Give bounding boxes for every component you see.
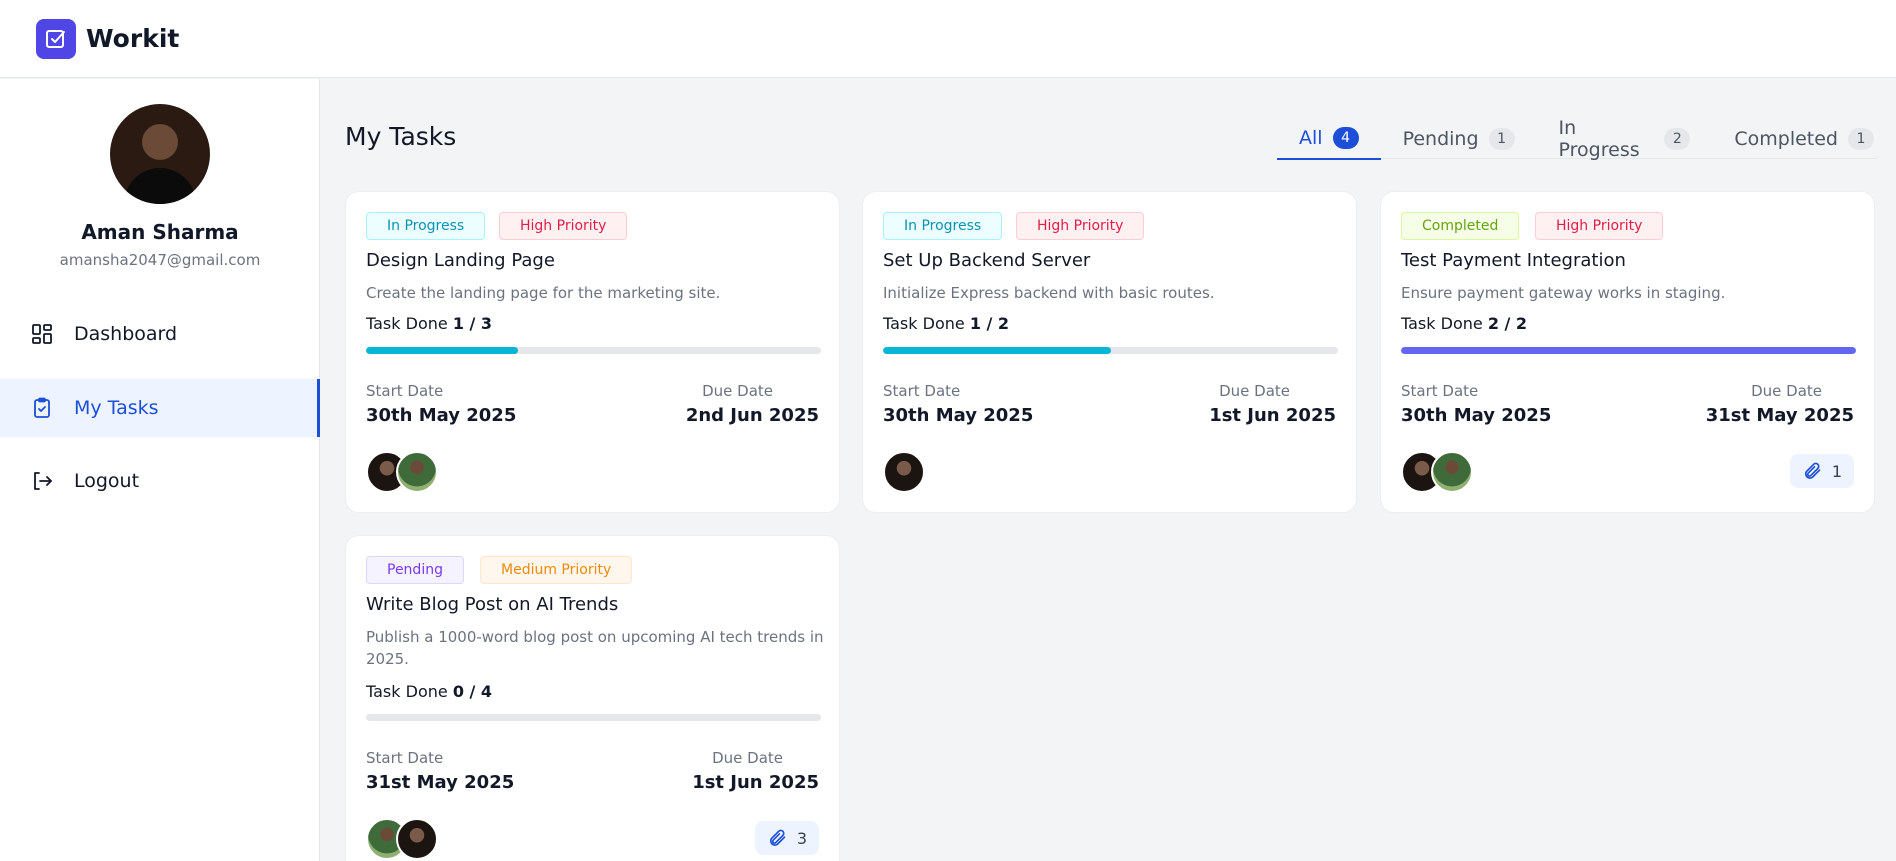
start-date-label: Start Date <box>1401 382 1479 400</box>
task-card[interactable]: In Progress High Priority Set Up Backend… <box>862 191 1357 513</box>
tab-count-badge: 4 <box>1332 127 1359 149</box>
page-title: My Tasks <box>345 122 457 151</box>
clipboard-check-icon <box>30 396 54 420</box>
tab-count-badge: 2 <box>1664 128 1691 150</box>
task-description: Publish a 1000-word blog post on upcomin… <box>366 628 824 668</box>
sidebar-item-label: Dashboard <box>74 323 178 345</box>
paperclip-icon <box>1804 462 1821 479</box>
profile-name: Aman Sharma <box>81 220 239 244</box>
sidebar-item-label: Logout <box>74 470 140 492</box>
task-done-text: Task Done 1 / 2 <box>883 314 1010 333</box>
progress-bar <box>366 714 821 721</box>
task-done-count: 1 / 2 <box>969 314 1010 333</box>
tab-label: Pending <box>1402 128 1479 150</box>
start-date-label: Start Date <box>366 749 444 767</box>
task-card[interactable]: Pending Medium Priority Write Blog Post … <box>345 535 840 861</box>
sidebar-item-label: My Tasks <box>74 397 159 419</box>
attachment-count[interactable]: 3 <box>754 821 819 855</box>
progress-fill <box>366 347 518 354</box>
tab-count-badge: 1 <box>1848 128 1874 150</box>
profile-avatar <box>110 104 210 204</box>
tab-label: In Progress <box>1558 117 1640 161</box>
task-description: Initialize Express backend with basic ro… <box>883 284 1215 302</box>
status-badge: Pending <box>366 556 464 584</box>
progress-fill <box>1401 347 1856 354</box>
due-date-value: 2nd Jun 2025 <box>685 405 819 426</box>
app-logo-icon[interactable] <box>36 18 76 59</box>
start-date-label: Start Date <box>883 382 961 400</box>
priority-badge: High Priority <box>1535 212 1664 240</box>
assignee-avatars <box>883 451 925 493</box>
task-done-count: 0 / 4 <box>452 682 493 701</box>
profile-email: amansha2047@gmail.com <box>59 251 261 269</box>
avatar <box>396 451 438 493</box>
top-bar: Workit <box>0 0 1896 78</box>
attachment-count-value: 3 <box>796 828 807 848</box>
start-date-value: 31st May 2025 <box>366 772 515 793</box>
due-date-value: 31st May 2025 <box>1705 405 1854 426</box>
progress-bar <box>883 347 1338 354</box>
tab-in-progress[interactable]: In Progress 2 <box>1537 117 1713 161</box>
due-date-label: Due Date <box>1219 382 1290 400</box>
priority-badge: High Priority <box>1016 212 1145 240</box>
sidebar-item-my-tasks[interactable]: My Tasks <box>0 379 320 437</box>
avatar <box>1431 451 1473 493</box>
tab-completed[interactable]: Completed 1 <box>1712 118 1896 160</box>
logout-icon <box>30 469 54 493</box>
progress-fill <box>883 347 1111 354</box>
task-description: Create the landing page for the marketin… <box>366 284 721 302</box>
start-date-value: 30th May 2025 <box>366 405 517 426</box>
due-date-label: Due Date <box>702 382 773 400</box>
assignee-avatars <box>366 451 438 493</box>
tab-label: All <box>1299 127 1323 149</box>
start-date-value: 30th May 2025 <box>1401 405 1552 426</box>
task-card[interactable]: In Progress High Priority Design Landing… <box>345 191 840 513</box>
priority-badge: Medium Priority <box>480 556 633 584</box>
status-badge: In Progress <box>883 212 1003 240</box>
app-name[interactable]: Workit <box>86 24 179 53</box>
task-title: Test Payment Integration <box>1401 250 1626 271</box>
sidebar: Aman Sharma amansha2047@gmail.com Dashbo… <box>0 79 320 861</box>
task-title: Set Up Backend Server <box>883 250 1091 271</box>
status-badge: Completed <box>1401 212 1520 240</box>
attachment-count[interactable]: 1 <box>1789 454 1854 488</box>
tab-pending[interactable]: Pending 1 <box>1381 118 1537 160</box>
task-done-text: Task Done 1 / 3 <box>366 314 493 333</box>
task-done-text: Task Done 2 / 2 <box>1401 314 1528 333</box>
dashboard-grid-icon <box>30 322 54 346</box>
due-date-label: Due Date <box>712 749 783 767</box>
tab-count-badge: 1 <box>1488 128 1515 150</box>
tab-label: Completed <box>1734 128 1838 150</box>
progress-bar <box>366 347 821 354</box>
start-date-label: Start Date <box>366 382 444 400</box>
task-done-text: Task Done 0 / 4 <box>366 682 493 701</box>
task-title: Design Landing Page <box>366 250 555 271</box>
due-date-label: Due Date <box>1751 382 1822 400</box>
task-card[interactable]: Completed High Priority Test Payment Int… <box>1380 191 1875 513</box>
due-date-value: 1st Jun 2025 <box>1209 405 1336 426</box>
task-done-count: 2 / 2 <box>1487 314 1528 333</box>
task-done-count: 1 / 3 <box>452 314 493 333</box>
assignee-avatars <box>366 818 438 860</box>
start-date-value: 30th May 2025 <box>883 405 1034 426</box>
avatar <box>883 451 925 493</box>
priority-badge: High Priority <box>499 212 628 240</box>
due-date-value: 1st Jun 2025 <box>692 772 819 793</box>
paperclip-icon <box>769 829 786 846</box>
avatar <box>396 818 438 860</box>
assignee-avatars <box>1401 451 1473 493</box>
task-title: Write Blog Post on AI Trends <box>366 594 619 615</box>
tab-all[interactable]: All 4 <box>1277 118 1381 160</box>
task-description: Ensure payment gateway works in staging. <box>1401 284 1726 302</box>
progress-bar <box>1401 347 1856 354</box>
attachment-count-value: 1 <box>1831 461 1842 481</box>
sidebar-item-dashboard[interactable]: Dashboard <box>0 305 320 363</box>
sidebar-item-logout[interactable]: Logout <box>0 452 320 510</box>
status-tabs: All 4 Pending 1 In Progress 2 Completed … <box>1277 117 1896 161</box>
status-badge: In Progress <box>366 212 486 240</box>
